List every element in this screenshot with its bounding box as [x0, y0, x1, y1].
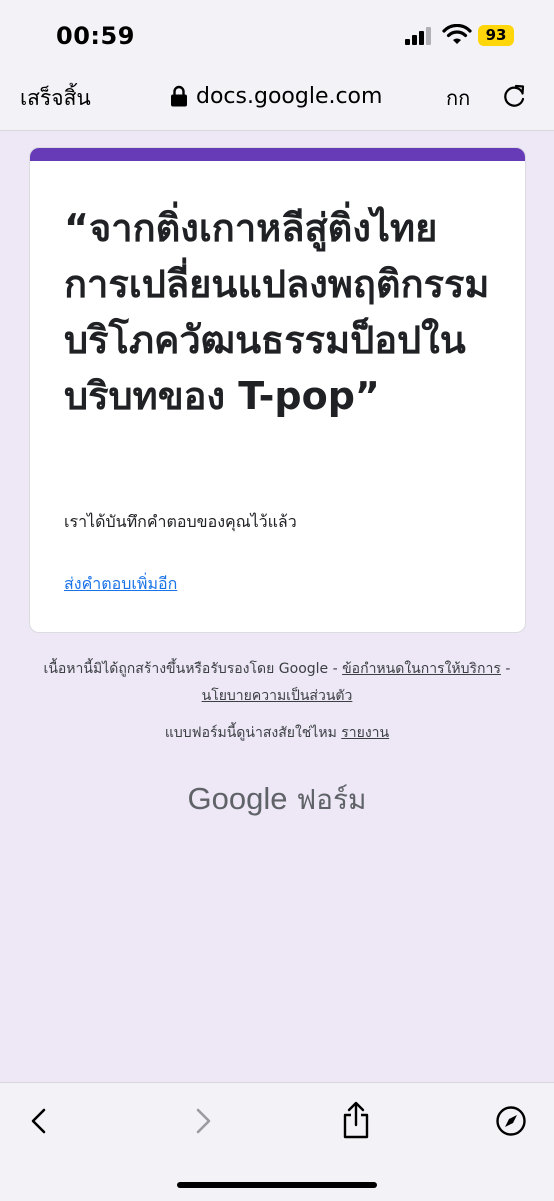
report-question: แบบฟอร์มนี้ดูน่าสงสัยใช่ไหม — [164, 725, 342, 741]
browser-address-bar: เสร็จสิ้น docs.google.com กก — [0, 70, 554, 131]
compass-icon[interactable] — [495, 1105, 527, 1137]
home-indicator — [177, 1182, 377, 1188]
status-bar: 00:59 93 — [0, 0, 554, 70]
forward-icon[interactable] — [186, 1105, 218, 1137]
wifi-icon — [442, 24, 472, 44]
card-accent-bar — [30, 148, 525, 161]
link-separator: - — [500, 661, 511, 677]
disclaimer-text: เนื้อหานี้มิได้ถูกสร้างขึ้นหรือรับรองโดย… — [43, 661, 343, 677]
report-abuse-line: แบบฟอร์มนี้ดูน่าสงสัยใช่ไหม รายงาน — [40, 722, 514, 744]
privacy-policy-link[interactable]: นโยบายความเป็นส่วนตัว — [202, 688, 353, 704]
cellular-signal-icon — [405, 27, 433, 45]
response-confirmation-card: “จากติ่งเกาหลีสู่ติ่งไทย การเปลี่ยนแปลงพ… — [29, 147, 526, 633]
terms-of-service-link[interactable]: ข้อกำหนดในการให้บริการ — [342, 661, 501, 677]
lock-icon — [171, 85, 187, 107]
status-time: 00:59 — [56, 22, 135, 50]
share-icon[interactable] — [339, 1101, 373, 1139]
battery-indicator: 93 — [478, 25, 514, 46]
submit-another-response-link[interactable]: ส่งคำตอบเพิ่มอีก — [64, 572, 177, 597]
google-disclaimer: เนื้อหานี้มิได้ถูกสร้างขึ้นหรือรับรองโดย… — [40, 656, 514, 710]
google-forms-logo: Google ฟอร์ม — [0, 778, 554, 822]
report-link[interactable]: รายงาน — [341, 725, 389, 741]
form-title: “จากติ่งเกาหลีสู่ติ่งไทย การเปลี่ยนแปลงพ… — [64, 206, 490, 418]
google-wordmark: Google — [187, 781, 288, 816]
forms-wordmark: ฟอร์ม — [287, 783, 367, 816]
text-size-button[interactable]: กก — [446, 82, 470, 114]
reload-icon[interactable] — [502, 83, 528, 109]
back-icon[interactable] — [24, 1105, 56, 1137]
confirmation-message: เราได้บันทึกคำตอบของคุณไว้แล้ว — [64, 512, 297, 531]
url-field[interactable]: docs.google.com — [170, 81, 382, 111]
done-button[interactable]: เสร็จสิ้น — [20, 82, 91, 115]
url-text: docs.google.com — [196, 83, 383, 109]
